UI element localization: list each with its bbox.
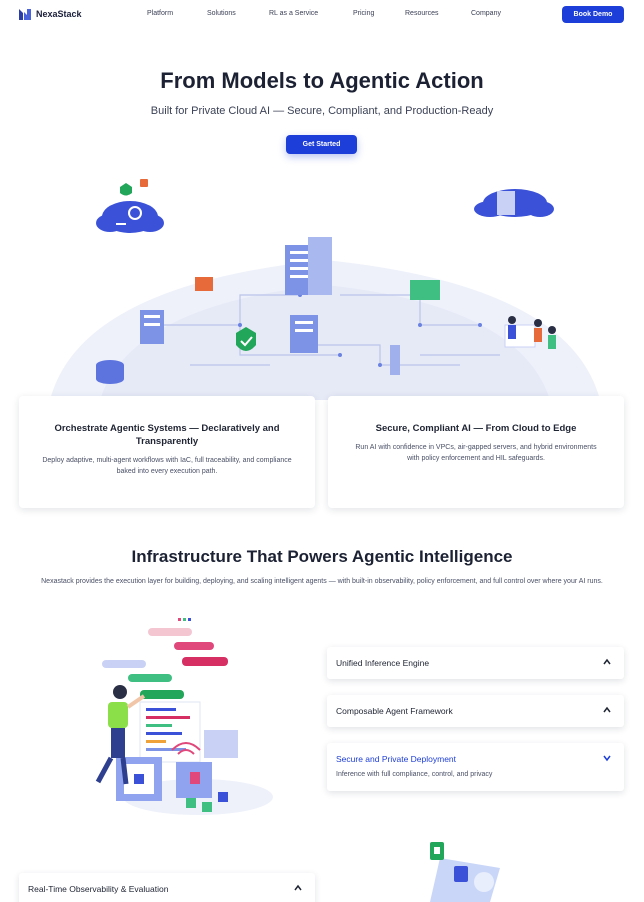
feature-card-orchestrate: Orchestrate Agentic Systems — Declarativ… [19, 396, 315, 508]
brand-mark-icon [19, 9, 31, 20]
feature-card-description: Run AI with confidence in VPCs, air-gapp… [355, 444, 597, 462]
infrastructure-section-title: Infrastructure That Powers Agentic Intel… [131, 547, 513, 566]
observability-illustration [430, 842, 500, 902]
chevron-up-icon[interactable] [293, 883, 303, 893]
top-nav: NexaStack Platform Solutions RL as a Ser… [0, 0, 644, 30]
nav-link-company[interactable]: Company [471, 10, 501, 17]
accordion-body: Inference with full compliance, control,… [336, 771, 493, 778]
hero-subtitle: Built for Private Cloud AI — Secure, Com… [150, 105, 494, 117]
chevron-down-icon[interactable] [602, 753, 612, 763]
chevron-up-icon[interactable] [602, 657, 612, 667]
nav-link-solutions[interactable]: Solutions [207, 10, 236, 17]
feature-card-title: Secure, Compliant AI — From Cloud to Edg… [375, 423, 577, 434]
brand-logo[interactable]: NexaStack [18, 7, 82, 21]
book-demo-button[interactable]: Book Demo [562, 6, 624, 23]
accordion-title: Composable Agent Framework [336, 706, 453, 716]
accordion-composable-agent-framework[interactable]: Composable Agent Framework [327, 695, 624, 727]
feature-card-title: Orchestrate Agentic Systems — Declarativ… [54, 423, 280, 447]
nav-link-pricing[interactable]: Pricing [353, 10, 374, 17]
infrastructure-section-description: Nexastack provides the execution layer f… [41, 578, 603, 585]
accordion-unified-inference-engine[interactable]: Unified Inference Engine [327, 647, 624, 679]
feature-card-description: Deploy adaptive, multi-agent workflows w… [42, 457, 292, 475]
chevron-up-icon[interactable] [602, 705, 612, 715]
developer-illustration [95, 618, 273, 815]
accordion-realtime-observability[interactable]: Real-Time Observability & Evaluation [19, 873, 315, 902]
accordion-secure-private-deployment[interactable]: Secure and Private Deployment Inference … [327, 743, 624, 791]
hero-title: From Models to Agentic Action [160, 68, 484, 93]
accordion-title: Secure and Private Deployment [336, 754, 457, 764]
nav-link-rl-as-a-service[interactable]: RL as a Service [269, 10, 318, 17]
get-started-button[interactable]: Get Started [286, 135, 357, 154]
nav-link-platform[interactable]: Platform [147, 10, 173, 17]
feature-card-secure: Secure, Compliant AI — From Cloud to Edg… [328, 396, 624, 508]
brand-name: NexaStack [36, 9, 82, 19]
accordion-title: Unified Inference Engine [336, 658, 430, 668]
nav-link-resources[interactable]: Resources [405, 10, 438, 17]
accordion-title: Real-Time Observability & Evaluation [28, 884, 169, 894]
hero-infrastructure-illustration [50, 179, 600, 400]
